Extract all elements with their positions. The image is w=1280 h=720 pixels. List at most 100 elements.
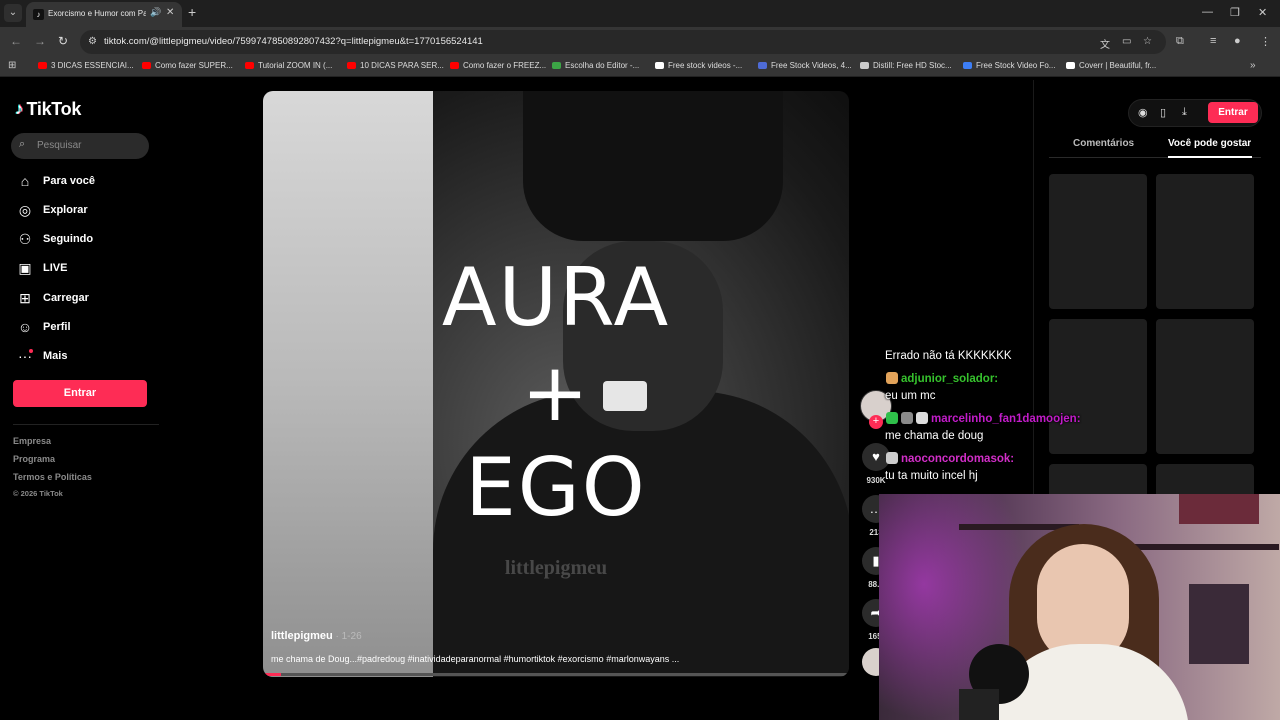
- apps-grid-icon[interactable]: ⊞: [8, 60, 16, 71]
- nav-item-para-voce[interactable]: ⌂ Para você: [15, 171, 95, 191]
- profile-avatar-icon[interactable]: ●: [1234, 35, 1241, 47]
- new-tab-button[interactable]: +: [188, 5, 196, 19]
- chat-message: Errado não tá KKKKKKK: [885, 350, 1012, 362]
- translate-icon[interactable]: 文: [1100, 36, 1110, 51]
- videvo-icon: [758, 62, 767, 69]
- footer-link-programa[interactable]: Programa: [13, 454, 55, 464]
- video-watermark: littlepigmeu: [504, 557, 608, 579]
- compass-icon: ◎: [18, 201, 32, 218]
- notification-dot: [29, 349, 33, 353]
- login-button-top[interactable]: Entrar: [1208, 102, 1258, 123]
- youtube-icon: [347, 62, 356, 69]
- bookmark-item[interactable]: Coverr | Beautiful, fr...: [1066, 61, 1156, 73]
- search-icon: ⌕: [19, 138, 26, 150]
- back-icon[interactable]: ←: [10, 34, 22, 48]
- search-input[interactable]: ⌕ Pesquisar: [11, 133, 149, 159]
- footer-link-termos[interactable]: Termos e Políticas: [13, 472, 92, 482]
- mic-arm: [959, 689, 999, 720]
- video-overlay-text-ego: EGO: [465, 441, 647, 534]
- restore-icon[interactable]: ❐: [1230, 6, 1240, 19]
- active-tab-indicator: [1168, 156, 1252, 158]
- browser-tab-bar: ⌄ ♪ Exorcismo e Humor com Pa 🔊 ✕ + — ❐ ✕: [0, 0, 1280, 27]
- download-icon[interactable]: ⤓: [1182, 106, 1187, 119]
- extensions-icon[interactable]: ⧉: [1176, 35, 1184, 48]
- video-player[interactable]: AURA + EGO littlepigmeu littlepigmeu · 1…: [263, 91, 849, 677]
- bookmark-item[interactable]: Free Stock Videos, 4...: [758, 61, 852, 73]
- nav-item-live[interactable]: ▣ LIVE: [15, 258, 67, 278]
- sidebar-divider: [13, 424, 159, 425]
- bookmark-item[interactable]: Tutorial ZOOM IN (...: [245, 61, 332, 73]
- chat-username-line: adjunior_solador:: [886, 372, 998, 385]
- chat-username-line: marcelinho_fan1damoojen:: [886, 412, 1081, 425]
- following-icon: ⚇: [18, 230, 32, 247]
- tiktok-logo[interactable]: ♪ TikTok: [15, 98, 81, 120]
- footer-link-empresa[interactable]: Empresa: [13, 436, 51, 446]
- menu-kebab-icon[interactable]: ⋮: [1260, 35, 1271, 48]
- tab-voce-pode-gostar[interactable]: Você pode gostar: [1168, 138, 1251, 149]
- coverr-icon: [1066, 62, 1075, 69]
- youtube-icon: [450, 62, 459, 69]
- recommended-video-card[interactable]: [1156, 174, 1254, 309]
- tab-title: Exorcismo e Humor com Pa: [48, 9, 146, 18]
- browser-tab[interactable]: ♪ Exorcismo e Humor com Pa 🔊 ✕: [26, 2, 182, 27]
- site-info-icon[interactable]: ⚙: [88, 36, 97, 47]
- video-description[interactable]: me chama de Doug...#padredoug #inativida…: [271, 654, 679, 664]
- close-window-icon[interactable]: ✕: [1258, 6, 1267, 19]
- tiktok-favicon-icon: ♪: [33, 9, 44, 20]
- nav-item-carregar[interactable]: ⊞ Carregar: [15, 288, 89, 308]
- video-figure-hat: [523, 91, 783, 241]
- recommended-video-card[interactable]: [1156, 319, 1254, 454]
- bookmark-item[interactable]: Distill: Free HD Stoc...: [860, 61, 952, 73]
- bookmark-item[interactable]: Free stock videos -...: [655, 61, 742, 73]
- login-button[interactable]: Entrar: [13, 380, 147, 407]
- close-tab-icon[interactable]: ✕: [166, 7, 174, 18]
- tab-comentarios[interactable]: Comentários: [1073, 138, 1134, 149]
- live-icon: ▣: [18, 259, 32, 276]
- bookmark-item[interactable]: Como fazer SUPER...: [142, 61, 233, 73]
- bookmark-item[interactable]: Como fazer o FREEZ...: [450, 61, 546, 73]
- video-progress-fill: [263, 673, 281, 676]
- nav-item-mais[interactable]: ··· Mais: [15, 346, 67, 366]
- address-bar[interactable]: ⚙ tiktok.com/@littlepigmeu/video/7599747…: [80, 30, 1166, 54]
- coin-icon[interactable]: ◉: [1138, 106, 1148, 119]
- url-text[interactable]: tiktok.com/@littlepigmeu/video/759974785…: [104, 36, 483, 47]
- bookmark-item[interactable]: Free Stock Video Fo...: [963, 61, 1055, 73]
- skull-badge-icon: [916, 412, 928, 424]
- webcam-overlay: [879, 494, 1280, 720]
- follow-button[interactable]: +: [869, 415, 883, 429]
- pexels-icon: [655, 62, 664, 69]
- speaker-icon[interactable]: 🔊: [150, 7, 161, 18]
- reload-icon[interactable]: ↻: [58, 34, 68, 48]
- video-progress-bar[interactable]: [263, 673, 849, 676]
- media-control-icon[interactable]: ≡: [1210, 35, 1216, 47]
- cast-icon[interactable]: ▭: [1122, 36, 1131, 47]
- recommended-video-card[interactable]: [1049, 174, 1147, 309]
- nav-item-seguindo[interactable]: ⚇ Seguindo: [15, 229, 93, 249]
- recommended-video-card[interactable]: [1049, 319, 1147, 454]
- bookmark-item[interactable]: 3 DICAS ESSENCIAI...: [38, 61, 134, 73]
- bookmark-star-icon[interactable]: ☆: [1143, 36, 1152, 47]
- bookmark-item[interactable]: 10 DICAS PARA SER...: [347, 61, 444, 73]
- minimize-icon[interactable]: —: [1202, 6, 1213, 18]
- webcam-poster: [1189, 584, 1249, 664]
- webcam-poster: [1179, 494, 1259, 524]
- chat-message: me chama de doug: [885, 430, 984, 442]
- youtube-icon: [245, 62, 254, 69]
- youtube-icon: [142, 62, 151, 69]
- chat-message: tu ta muito incel hj: [885, 470, 978, 482]
- browser-toolbar: ← → ↻ ⚙ tiktok.com/@littlepigmeu/video/7…: [0, 27, 1280, 56]
- tab-search-button[interactable]: ⌄: [4, 4, 22, 22]
- phone-icon[interactable]: ▯: [1160, 106, 1166, 119]
- bookmark-item[interactable]: Escolha do Editor -...: [552, 61, 639, 73]
- nav-item-explorar[interactable]: ◎ Explorar: [15, 200, 88, 220]
- video-overlay-text-aura: AURA: [441, 251, 671, 344]
- nav-item-perfil[interactable]: ☺ Perfil: [15, 317, 71, 337]
- more-bookmarks-icon[interactable]: »: [1250, 60, 1256, 71]
- copyright: © 2026 TikTok: [13, 489, 63, 498]
- tiktok-note-icon: ♪: [15, 99, 24, 118]
- video-author[interactable]: littlepigmeu · 1-26: [271, 630, 362, 642]
- forward-icon[interactable]: →: [34, 34, 46, 48]
- bear-badge-icon: [901, 412, 913, 424]
- badge-icon: [886, 372, 898, 384]
- bookmarks-bar: ⊞ 3 DICAS ESSENCIAI... Como fazer SUPER.…: [0, 56, 1280, 77]
